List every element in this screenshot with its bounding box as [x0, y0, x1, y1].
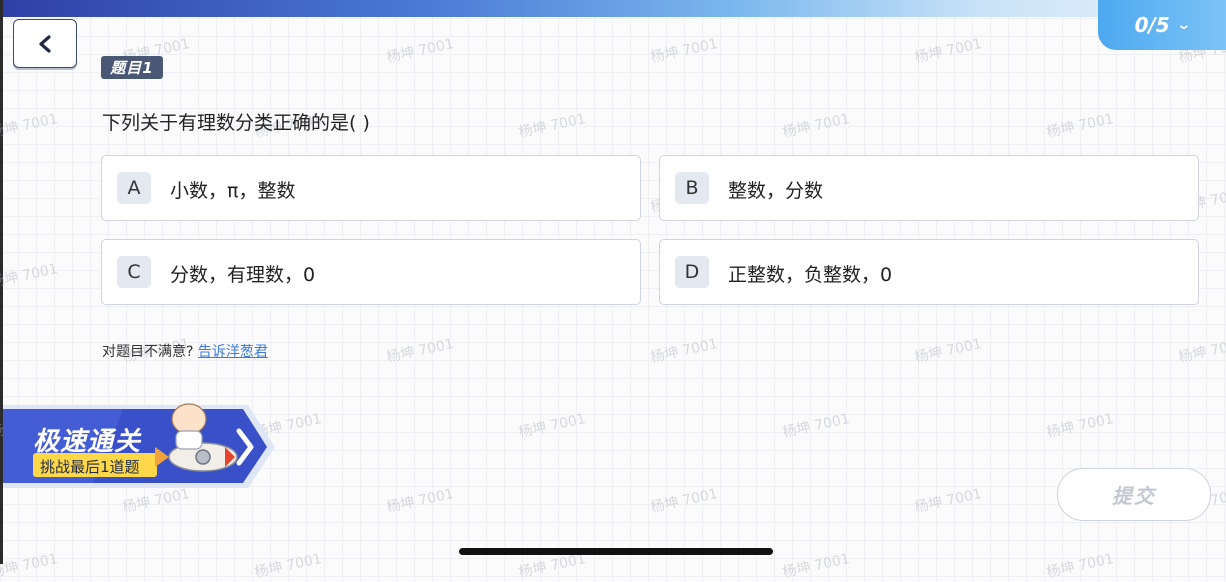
progress-text: 0/5 [1134, 13, 1170, 37]
speed-pass-banner[interactable]: 极速通关 挑战最后1道题 [3, 403, 278, 490]
submit-button[interactable]: 提交 [1057, 468, 1211, 521]
watermark-text: 杨坤 7001 [1045, 551, 1116, 581]
watermark-text: 杨坤 7001 [649, 336, 720, 366]
feedback-row: 对题目不满意? 告诉洋葱君 [102, 341, 268, 361]
feedback-link[interactable]: 告诉洋葱君 [198, 344, 268, 360]
question-text: 下列关于有理数分类正确的是( ) [102, 112, 370, 134]
feedback-prompt: 对题目不满意? [102, 344, 194, 360]
option-text: 小数，π，整数 [170, 180, 296, 202]
watermark-text: 杨坤 7001 [253, 551, 324, 581]
top-gradient-bar [3, 0, 1226, 17]
watermark-text: 杨坤 7001 [913, 336, 984, 366]
watermark-text: 杨坤 7001 [649, 36, 720, 66]
option-text: 分数，有理数，0 [170, 264, 316, 286]
option-letter: D [675, 256, 709, 288]
option-letter: C [117, 256, 151, 288]
option-b[interactable]: B 整数，分数 [659, 155, 1199, 221]
watermark-text: 杨坤 7001 [781, 551, 852, 581]
watermark-text: 杨坤 7001 [385, 486, 456, 516]
banner-title: 极速通关 [33, 427, 142, 457]
progress-indicator[interactable]: 0/5 ⌄ [1098, 0, 1226, 50]
option-d[interactable]: D 正整数，负整数，0 [659, 239, 1199, 305]
watermark-text: 杨坤 7001 [517, 111, 588, 141]
watermark-text: 杨坤 7001 [781, 411, 852, 441]
watermark-text: 杨坤 7001 [0, 111, 60, 141]
watermark-text: 杨坤 7001 [385, 36, 456, 66]
watermark-text: 杨坤 7001 [913, 486, 984, 516]
watermark-text: 杨坤 7001 [517, 411, 588, 441]
option-a[interactable]: A 小数，π，整数 [101, 155, 641, 221]
watermark-text: 杨坤 7001 [1045, 411, 1116, 441]
watermark-text: 杨坤 7001 [0, 551, 60, 581]
watermark-text: 杨坤 7001 [781, 111, 852, 141]
watermark-text: 杨坤 7001 [649, 486, 720, 516]
chevron-down-icon: ⌄ [1175, 17, 1192, 33]
watermark-text: 杨坤 7001 [385, 336, 456, 366]
banner-subtitle: 挑战最后1道题 [40, 458, 140, 476]
watermark-text: 杨坤 7001 [1045, 111, 1116, 141]
chevron-left-icon [39, 34, 51, 53]
option-letter: A [117, 172, 151, 204]
watermark-text: 杨坤 7001 [913, 36, 984, 66]
home-indicator [459, 548, 773, 555]
back-button[interactable] [13, 19, 77, 68]
watermark-text: 杨坤 7001 [0, 261, 60, 291]
question-number-badge: 题目1 [101, 56, 163, 79]
option-text: 正整数，负整数，0 [728, 264, 893, 286]
watermark-text: 杨坤 7001 [1177, 336, 1226, 366]
option-letter: B [675, 172, 709, 204]
option-c[interactable]: C 分数，有理数，0 [101, 239, 641, 305]
option-text: 整数，分数 [728, 180, 824, 202]
